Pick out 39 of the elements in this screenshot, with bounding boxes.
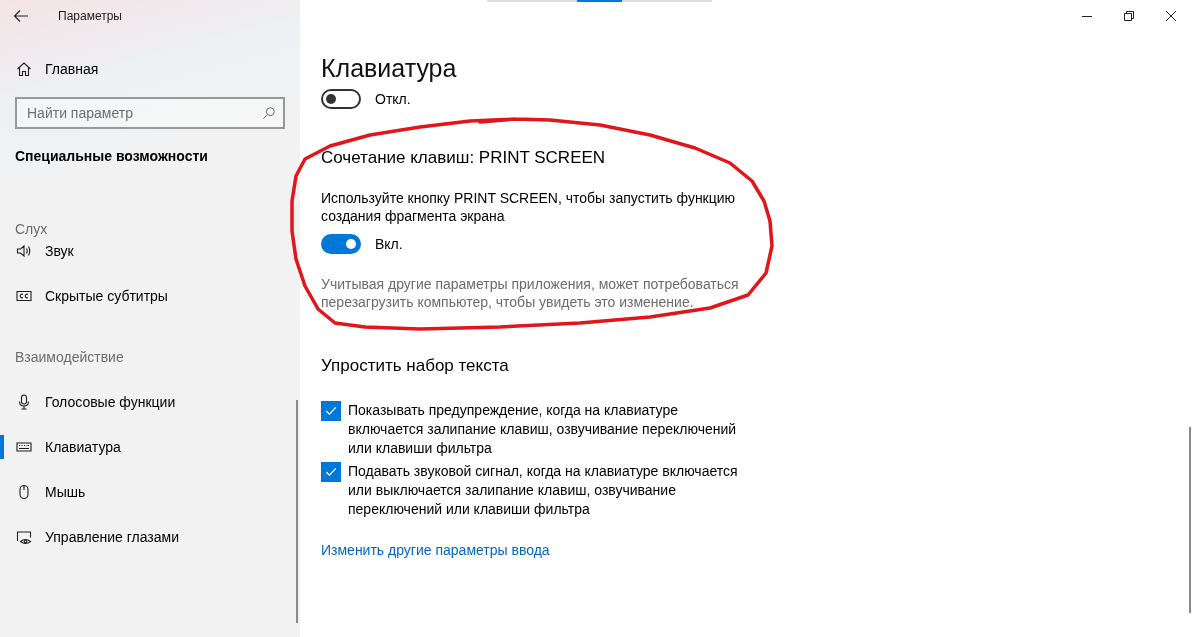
checkbox[interactable] xyxy=(321,401,341,421)
nav-item[interactable]: Главная xyxy=(0,57,296,81)
search-field[interactable]: Найти параметр xyxy=(15,97,285,129)
toggle-label: Откл. xyxy=(375,90,411,108)
nav-item[interactable]: Звук xyxy=(0,239,296,263)
nav-item[interactable]: Управление глазами xyxy=(0,525,296,549)
keyboard-icon xyxy=(16,439,32,455)
microphone-icon xyxy=(16,394,32,410)
scrollbar[interactable] xyxy=(296,400,298,623)
window-title: Параметры xyxy=(58,9,122,23)
page-title: Клавиатура xyxy=(321,53,457,84)
checkbox-label: Подавать звуковой сигнал, когда на клавиатуре включается или выключается залипание клавиш, озвучивание переключений или клавиши фильтра xyxy=(348,462,739,519)
settings-link[interactable]: Изменить другие параметры ввода xyxy=(321,541,550,560)
section-heading: Специальные возможности xyxy=(15,147,209,166)
home-icon xyxy=(16,61,32,77)
toggle-switch[interactable] xyxy=(321,89,361,109)
restart-note: Учитывая другие параметры приложения, может потребоваться перезагрузить компьютер, чтобы увидеть это изменение. xyxy=(321,275,740,311)
section-title: Сочетание клавиш: PRINT SCREEN xyxy=(321,147,606,169)
mouse-icon xyxy=(16,484,32,500)
setting-description: Используйте кнопку PRINT SCREEN, чтобы запустить функцию создания фрагмента экрана xyxy=(321,189,737,225)
restore-icon xyxy=(1124,11,1134,21)
checkbox-label: Показывать предупреждение, когда на клавиатуре включается залипание клавиш, озвучивание переключений или клавиши фильтра xyxy=(348,401,738,458)
scrollbar[interactable] xyxy=(1189,427,1191,613)
group-header: Взаимодействие xyxy=(15,348,125,367)
group-header: Слух xyxy=(15,220,49,239)
checkbox[interactable] xyxy=(321,462,341,482)
toggle-label: Вкл. xyxy=(375,235,403,253)
nav-item[interactable]: Мышь xyxy=(0,480,296,504)
eye-screen-icon xyxy=(16,529,32,545)
section-title: Упростить набор текста xyxy=(321,355,509,377)
search-icon[interactable] xyxy=(262,106,276,120)
captions-icon xyxy=(16,288,32,304)
back-arrow-icon xyxy=(13,8,29,24)
nav-item[interactable]: Скрытые субтитры xyxy=(0,284,296,308)
speaker-icon xyxy=(16,243,32,259)
nav-item[interactable]: Клавиатура xyxy=(0,435,296,459)
nav-item[interactable]: Голосовые функции xyxy=(0,390,296,414)
toggle-switch[interactable] xyxy=(321,234,361,254)
close-icon xyxy=(1166,11,1176,21)
